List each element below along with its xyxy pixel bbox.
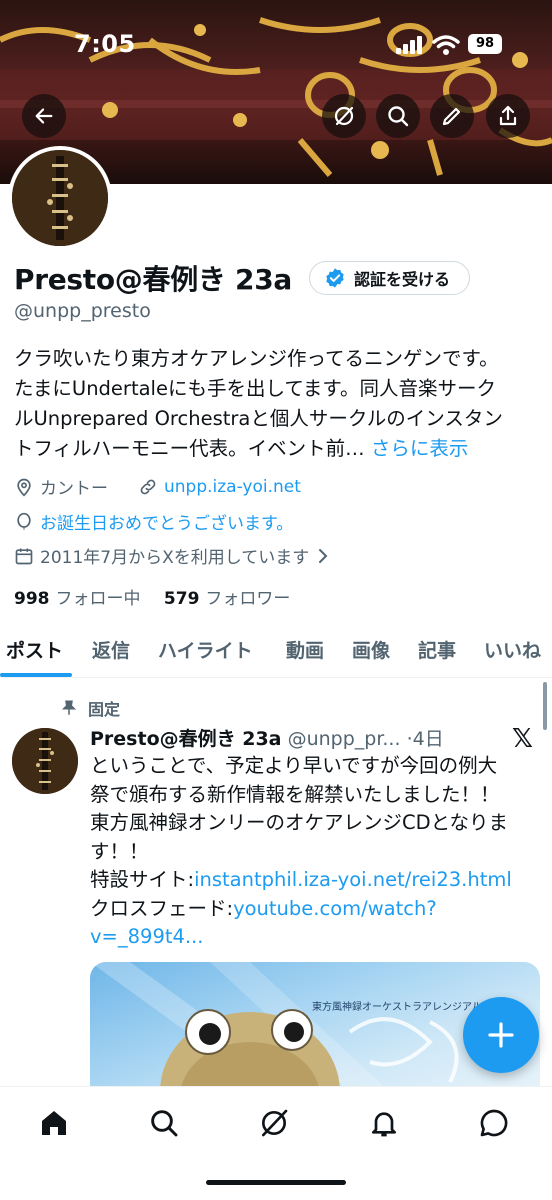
followers-count: 579 [163, 589, 200, 609]
bio-line: トフィルハーモニー代表。イベント前… さらに表示 [14, 434, 544, 464]
message-icon [480, 1109, 508, 1137]
search-button[interactable] [376, 94, 420, 138]
bio-line-text: トフィルハーモニー代表。イベント前… [14, 437, 371, 460]
active-tab-indicator [0, 673, 72, 677]
following-label: フォロー中 [55, 589, 141, 609]
signal-icon [396, 36, 422, 54]
nav-notifications[interactable] [364, 1103, 404, 1143]
nav-home[interactable] [34, 1103, 74, 1143]
post-author-handle: @unpp_pr... [287, 728, 401, 750]
grok-button[interactable] [322, 94, 366, 138]
get-verified-button[interactable]: 認証を受ける [309, 261, 470, 295]
home-icon [42, 1111, 66, 1135]
nav-messages[interactable] [474, 1103, 514, 1143]
joined-date: 2011年7月からXを利用しています [40, 548, 310, 568]
grok-icon [262, 1109, 288, 1137]
location-pin-icon [17, 478, 31, 497]
bell-icon [372, 1112, 396, 1137]
bio-line: ルUnprepared Orchestraと個人サークルのインスタン [14, 407, 503, 430]
crossfade-label: クロスフェード: [90, 896, 234, 920]
show-more-link[interactable]: さらに表示 [371, 437, 469, 460]
crossfade-link[interactable]: youtube.com/watch? [233, 897, 437, 920]
post-line: 東方風神録オンリーのオケアレンジCDとなりま [90, 811, 509, 834]
post-line: v=_899t4... [90, 923, 538, 952]
grok-icon [334, 106, 354, 126]
search-icon [151, 1110, 178, 1137]
clarinet-avatar-image [12, 150, 108, 246]
nav-grok[interactable] [254, 1103, 294, 1143]
profile-meta-location-row: カントー unpp.iza-yoi.net [14, 474, 301, 499]
x-logo-icon[interactable]: 𝕏 [512, 724, 533, 754]
following-count: 998 [14, 589, 50, 609]
profile-handle: @unpp_presto [14, 300, 151, 322]
crossfade-link-cont[interactable]: v=_899t4... [90, 925, 204, 948]
post-line: 祭で頒布する新作情報を解禁いたしました！！ [90, 782, 500, 806]
post-line: 特設サイト:instantphil.iza-yoi.net/rei23.html [90, 866, 538, 895]
edit-button[interactable] [430, 94, 474, 138]
birthday-message: お誕生日おめでとうございます。 [40, 514, 294, 534]
special-site-label: 特設サイト: [90, 868, 195, 891]
followers-label: フォロワー [205, 589, 291, 609]
pencil-icon [442, 107, 461, 126]
verified-badge-icon [326, 268, 344, 288]
special-site-link[interactable]: instantphil.iza-yoi.net/rei23.html [194, 868, 512, 891]
pinned-indicator: 固定 [60, 696, 120, 720]
post-line: ということで、予定より早いですが今回の例大 [90, 754, 498, 777]
post-author-avatar[interactable] [12, 728, 78, 794]
arrow-left-icon [35, 108, 53, 124]
post-header: Presto@春例き 23a @unpp_pr... ·4日 [90, 724, 444, 751]
followers-stat[interactable]: 579 フォロワー [164, 589, 291, 609]
post-line: す！！ [90, 839, 149, 863]
back-button[interactable] [22, 94, 66, 138]
search-icon [388, 106, 409, 127]
profile-avatar[interactable] [8, 146, 112, 250]
bio-line: クラ吹いたり東方オケアレンジ作ってるニンゲンです。 [14, 347, 499, 370]
compose-button[interactable] [463, 997, 539, 1073]
status-time: 7:05 [74, 30, 136, 58]
post-author-name[interactable]: Presto@春例き 23a [90, 728, 282, 750]
tab-replies[interactable]: 返信 [92, 636, 130, 663]
tab-videos[interactable]: 動画 [286, 636, 324, 663]
share-icon [499, 105, 517, 126]
post-line: クロスフェード:youtube.com/watch? [90, 895, 538, 924]
link-icon [140, 479, 156, 494]
tab-images[interactable]: 画像 [352, 636, 390, 663]
following-stat[interactable]: 998 フォロー中 [14, 589, 141, 609]
get-verified-label: 認証を受ける [354, 270, 451, 289]
profile-website-link[interactable]: unpp.iza-yoi.net [164, 477, 301, 497]
post-text[interactable]: ということで、予定より早いですが今回の例大 祭で頒布する新作情報を解禁いたしまし… [90, 752, 538, 952]
plus-icon [488, 1022, 514, 1048]
tab-posts[interactable]: ポスト [6, 636, 63, 663]
status-bar: 7:05 98 [0, 0, 552, 92]
share-button[interactable] [486, 94, 530, 138]
profile-location: カントー [40, 479, 108, 499]
nav-search[interactable] [144, 1103, 184, 1143]
tab-articles[interactable]: 記事 [418, 636, 456, 663]
profile-meta-joined-row[interactable]: 2011年7月からXを利用しています [14, 543, 335, 568]
profile-meta-birthday-row: お誕生日おめでとうございます。 [14, 509, 293, 534]
pin-icon [61, 700, 77, 715]
post-time: ·4日 [406, 728, 444, 750]
pinned-label: 固定 [88, 700, 121, 719]
tab-highlights[interactable]: ハイライト [158, 636, 253, 663]
bio-line: たまにUndertaleにも手を出してます。同人音楽サーク [14, 377, 496, 400]
tab-likes[interactable]: いいね [484, 636, 541, 663]
profile-tabs: ポスト 返信 ハイライト 動画 画像 記事 いいね [0, 628, 552, 678]
balloon-icon [17, 512, 31, 529]
battery-indicator: 98 [468, 34, 502, 54]
profile-name: Presto@春例き 23a [14, 263, 293, 296]
calendar-icon [15, 548, 33, 564]
chevron-right-icon [319, 548, 328, 563]
follow-stats: 998 フォロー中 579 フォロワー [14, 584, 290, 609]
profile-bio: クラ吹いたり東方オケアレンジ作ってるニンゲンです。 たまにUndertaleにも… [14, 344, 544, 464]
home-indicator [206, 1180, 346, 1185]
wifi-icon [432, 35, 460, 55]
clarinet-avatar-image [12, 728, 78, 794]
scrollbar[interactable] [543, 682, 547, 730]
